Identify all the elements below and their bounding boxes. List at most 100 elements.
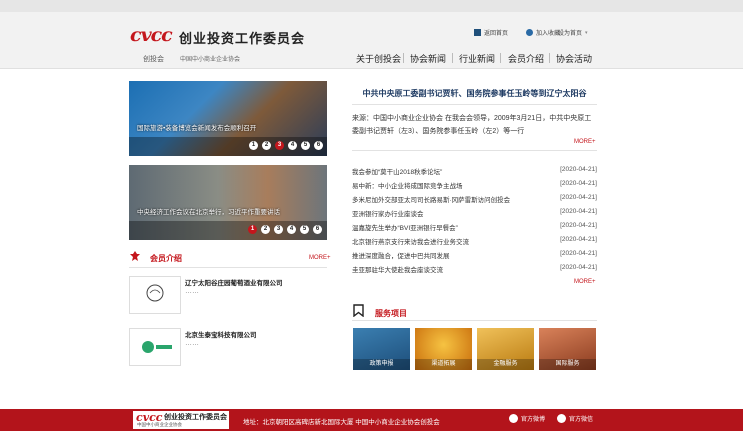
news-item[interactable]: 推进深度融合，促进中巴共同发展 [2020-04-21] — [352, 250, 597, 263]
news-title: 圭亚那驻华大使赴我会座谈交流 — [352, 267, 443, 274]
news-title: 温嘉旋先生举办“BVI亚洲银行早餐会” — [352, 225, 458, 232]
headline-title[interactable]: 中共中央原工委副书记贾轩、国务院参事任玉岭等到辽宁太阳谷 — [352, 88, 597, 99]
news-item[interactable]: 多米尼加外交部亚太司司长路易斯·冈萨雷斯访问创投会 [2020-04-21] — [352, 194, 597, 207]
news-date: [2020-04-21] — [560, 166, 597, 173]
divider — [352, 320, 597, 321]
chevron-down-icon: ▾ — [585, 29, 588, 36]
nav-divider — [452, 53, 453, 63]
news-date: [2020-04-21] — [560, 194, 597, 201]
news-item[interactable]: 圭亚那驻华大使赴我会座谈交流 [2020-04-21] — [352, 264, 597, 277]
logo-name: 创业投资工作委员会 — [179, 31, 306, 46]
service-label: 渠道拓展 — [415, 359, 472, 370]
news-date: [2020-04-21] — [560, 264, 597, 271]
favorite-icon — [526, 29, 533, 36]
wechat-link[interactable]: 官方微信 — [557, 414, 593, 423]
site-logo[interactable]: cvcc 创业投资工作委员会 创投会 中国中小商业企业协会 — [130, 24, 304, 68]
nav-members[interactable]: 会员介绍 — [508, 52, 544, 65]
banner-caption: 中央经济工作会议在北京举行，习近平作重要讲话 — [137, 209, 280, 216]
weibo-icon — [509, 414, 518, 423]
pager-dot[interactable]: 4 — [288, 141, 297, 150]
logo-mark: cvcc — [130, 24, 173, 46]
footer-address: 地址：北京朝阳区高碑店新北国际大厦 中国中小商业企业协会创投会 — [243, 419, 440, 426]
banner-pager: 1 2 3 4 5 6 — [248, 225, 322, 234]
logo-sub: 中国中小商业企业协会 — [180, 57, 241, 63]
member-name[interactable]: 北京生泰宝科技有限公司 — [185, 329, 257, 339]
favorite-link[interactable]: 加入收藏 — [526, 28, 560, 37]
news-item[interactable]: 易中新：中小企业将成国际竞争主战场 [2020-04-21] — [352, 180, 597, 193]
set-home-link[interactable]: 设为首页 ▾ — [558, 28, 588, 38]
nav-activities[interactable]: 协会活动 — [556, 52, 592, 65]
nav-about[interactable]: 关于创投会 — [356, 52, 401, 65]
pager-dot[interactable]: 6 — [314, 141, 323, 150]
pager-dot[interactable]: 3 — [274, 225, 283, 234]
news-title: 多米尼加外交部亚太司司长路易斯·冈萨雷斯访问创投会 — [352, 197, 511, 204]
news-banner-1[interactable]: 国际旅游•装备博览会新闻发布会顺利召开 1 2 3 4 5 6 — [129, 81, 327, 156]
pager-dot[interactable]: 1 — [249, 141, 258, 150]
site-header: cvcc 创业投资工作委员会 创投会 中国中小商业企业协会 返回首页 加入收藏 … — [0, 12, 743, 69]
divider — [352, 150, 597, 151]
member-logo-graphic — [146, 284, 164, 302]
logo-short: 创投会 — [143, 56, 164, 63]
service-label: 金融服务 — [477, 359, 534, 370]
footer-logo-sub: 中国中小商业企业协会 — [137, 422, 182, 427]
pager-dot-active[interactable]: 1 — [248, 225, 257, 234]
news-title: 推进深度融合，促进中巴共同发展 — [352, 253, 450, 260]
service-label: 国际服务 — [539, 359, 596, 370]
news-title: 北京银行燕京支行来访我会进行业务交流 — [352, 239, 469, 246]
nav-divider — [500, 53, 501, 63]
news-banner-2[interactable]: 中央经济工作会议在北京举行，习近平作重要讲话 1 2 3 4 5 6 — [129, 165, 327, 240]
nav-association-news[interactable]: 协会新闻 — [410, 52, 446, 65]
home-link[interactable]: 返回首页 — [474, 28, 508, 37]
member-icon — [129, 249, 141, 267]
member-desc: …… — [185, 288, 199, 295]
service-channel[interactable]: 渠道拓展 — [415, 328, 472, 370]
nav-divider — [403, 53, 404, 63]
member-logo[interactable] — [129, 276, 181, 314]
site-footer: cvcc 创业投资工作委员会 中国中小商业企业协会 地址：北京朝阳区高碑店新北国… — [0, 409, 743, 431]
banner-pager: 1 2 3 4 5 6 — [249, 141, 323, 150]
news-item[interactable]: 我会参加“莫干山2018秋季论坛” [2020-04-21] — [352, 166, 597, 179]
service-international[interactable]: 国际服务 — [539, 328, 596, 370]
news-date: [2020-04-21] — [560, 236, 597, 243]
news-more-link[interactable]: MORE+ — [574, 279, 596, 285]
member-desc: …… — [185, 340, 199, 347]
nav-industry-news[interactable]: 行业新闻 — [459, 52, 495, 65]
news-item[interactable]: 温嘉旋先生举办“BVI亚洲银行早餐会” [2020-04-21] — [352, 222, 597, 235]
pager-dot[interactable]: 5 — [300, 225, 309, 234]
news-title: 我会参加“莫干山2018秋季论坛” — [352, 169, 443, 176]
news-date: [2020-04-21] — [560, 222, 597, 229]
news-title: 亚洲银行家办行业座谈会 — [352, 211, 424, 218]
weibo-link[interactable]: 官方微博 — [509, 414, 545, 423]
divider — [352, 104, 597, 105]
news-date: [2020-04-21] — [560, 250, 597, 257]
pager-dot[interactable]: 6 — [313, 225, 322, 234]
top-strip — [0, 0, 743, 12]
member-logo-graphic — [142, 341, 172, 353]
pager-dot[interactable]: 5 — [301, 141, 310, 150]
pager-dot-active[interactable]: 3 — [275, 141, 284, 150]
divider — [129, 267, 327, 268]
headline-more-link[interactable]: MORE+ — [574, 139, 596, 145]
services-section-title: 服务项目 — [375, 309, 407, 318]
member-more-link[interactable]: MORE+ — [309, 255, 331, 261]
news-date: [2020-04-21] — [560, 208, 597, 215]
service-label: 政策申报 — [353, 359, 410, 370]
headline-summary: 来源：中国中小商业企业协会 在我会会领导，2009年3月21日，中共中央原工委副… — [352, 115, 592, 135]
footer-logo[interactable]: cvcc 创业投资工作委员会 中国中小商业企业协会 — [133, 411, 229, 429]
banner-caption: 国际旅游•装备博览会新闻发布会顺利召开 — [137, 125, 257, 132]
home-icon — [474, 29, 481, 36]
member-name[interactable]: 辽宁太阳谷庄园葡萄酒业有限公司 — [185, 277, 283, 287]
member-section-title: 会员介绍 — [150, 254, 182, 263]
service-finance[interactable]: 金融服务 — [477, 328, 534, 370]
member-logo[interactable] — [129, 328, 181, 366]
news-date: [2020-04-21] — [560, 180, 597, 187]
news-item[interactable]: 亚洲银行家办行业座谈会 [2020-04-21] — [352, 208, 597, 221]
footer-logo-name: 创业投资工作委员会 — [164, 414, 227, 421]
pager-dot[interactable]: 4 — [287, 225, 296, 234]
news-item[interactable]: 北京银行燕京支行来访我会进行业务交流 [2020-04-21] — [352, 236, 597, 249]
wechat-icon — [557, 414, 566, 423]
pager-dot[interactable]: 2 — [262, 141, 271, 150]
pager-dot[interactable]: 2 — [261, 225, 270, 234]
news-title: 易中新：中小企业将成国际竞争主战场 — [352, 183, 463, 190]
service-policy[interactable]: 政策申报 — [353, 328, 410, 370]
